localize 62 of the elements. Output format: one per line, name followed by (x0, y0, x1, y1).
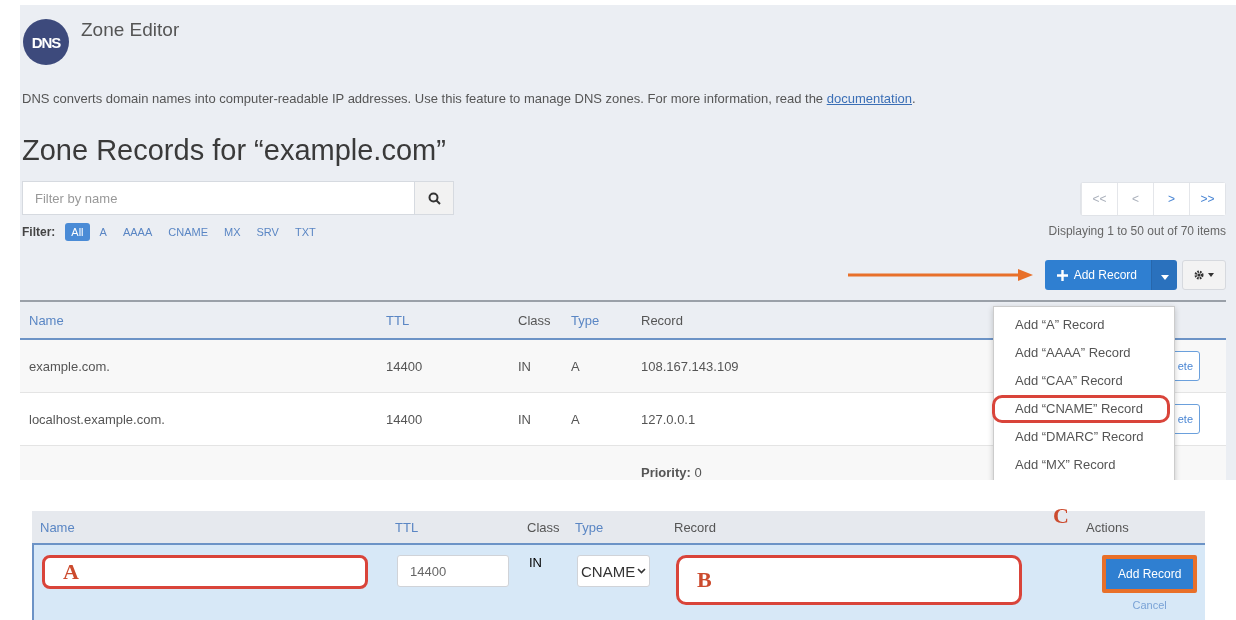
table-cell: 14400 (386, 411, 423, 427)
filter-option[interactable]: SRV (250, 223, 285, 241)
filter-option[interactable]: CNAME (162, 223, 214, 241)
column-header[interactable]: Name (40, 519, 75, 535)
menu-item[interactable]: Add “MX” Record (992, 451, 1170, 479)
dropdown-toggle-button[interactable] (1151, 260, 1177, 290)
table-cell: A (571, 358, 580, 374)
menu-item[interactable]: Add “DMARC” Record (992, 423, 1170, 451)
menu-item[interactable]: Add “A” Record (992, 311, 1170, 339)
ttl-input-field[interactable]: 14400 (397, 555, 509, 587)
filter-option[interactable]: All (65, 223, 90, 241)
menu-item[interactable]: Add “AAAA” Record (992, 339, 1170, 367)
description-text: DNS converts domain names into computer-readable IP addresses. Use this feature to manage DNS zones. For more information, read the documentation. (22, 91, 917, 106)
column-header[interactable]: TTL (395, 519, 419, 535)
table-cell: IN (518, 358, 531, 374)
table-cell: A (571, 411, 580, 427)
table-cell: Priority: 0 (641, 464, 702, 480)
column-header: Record (641, 312, 683, 328)
search-field[interactable]: Filter by name (22, 181, 414, 215)
table-cell: localhost.example.com. (29, 411, 165, 427)
name-input-field[interactable]: A (42, 555, 368, 589)
table-cell: IN (518, 411, 531, 427)
page-title: Zone Editor (81, 19, 180, 41)
menu-item[interactable]: Add “CAA” Record (992, 367, 1170, 395)
callout-letter: C (1053, 503, 1069, 529)
column-header[interactable]: Name (29, 312, 64, 328)
column-header[interactable]: TTL (386, 312, 410, 328)
callout-letter: A (62, 559, 79, 585)
table-cell: 14400 (386, 358, 423, 374)
table-cell: example.com. (29, 358, 110, 374)
menu-item[interactable]: Add “CNAME” Record (992, 395, 1170, 423)
column-header: Class (518, 312, 551, 328)
gear-icon (1193, 269, 1215, 281)
dns-logo-icon: DNS (23, 19, 69, 65)
zone-records-heading: Zone Records for “example.com” (22, 134, 447, 167)
filter-option[interactable]: AAAA (116, 223, 159, 241)
add-record-button[interactable]: Add Record (1102, 555, 1198, 593)
cancel-link[interactable]: Cancel (1132, 599, 1167, 611)
callout-letter: B (696, 567, 712, 593)
chevron-icon (637, 568, 647, 574)
plus-icon (1056, 269, 1068, 281)
filter-option[interactable]: MX (218, 223, 247, 241)
filter-option[interactable]: A (93, 223, 113, 241)
pagination-button[interactable]: >> (1189, 183, 1225, 215)
search-icon[interactable] (414, 181, 454, 215)
column-header: Record (674, 519, 716, 535)
table-cell: 127.0.0.1 (641, 411, 696, 427)
caret-icon (1160, 274, 1169, 280)
documentation-link[interactable]: documentation (826, 91, 912, 106)
column-header[interactable]: Type (575, 519, 604, 535)
column-header: Class (527, 519, 560, 535)
type-select[interactable]: CNAME (577, 555, 651, 587)
table-cell: IN (529, 555, 542, 570)
pagination-summary: Displaying 1 to 50 out of 70 items (1048, 224, 1226, 238)
column-header[interactable]: Type (571, 312, 600, 328)
record-input-field[interactable]: B (676, 555, 1022, 605)
add-record-button[interactable]: Add Record (1044, 260, 1151, 290)
filter-label: Filter: (22, 225, 56, 239)
settings-button[interactable] (1182, 260, 1226, 290)
table-cell: 108.167.143.109 (641, 358, 739, 374)
filter-option[interactable]: TXT (288, 223, 322, 241)
column-header: Actions (1086, 519, 1129, 535)
